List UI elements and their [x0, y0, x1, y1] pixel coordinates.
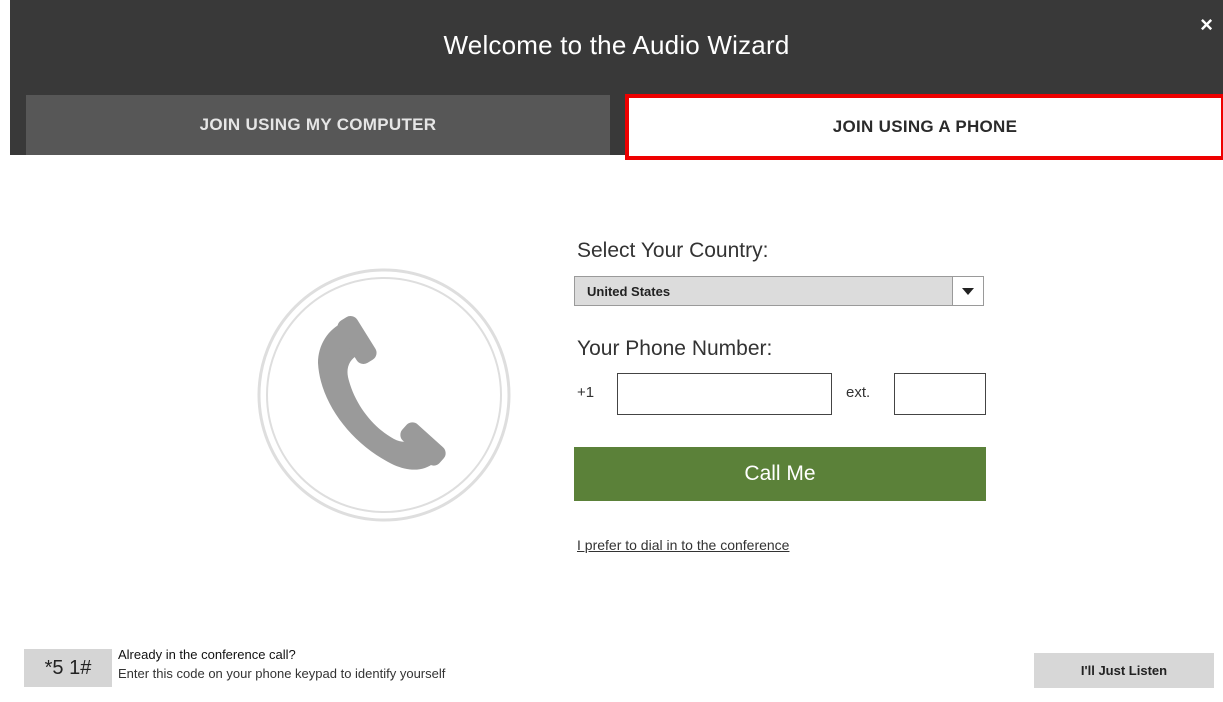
tab-join-phone[interactable]: JOIN USING A PHONE	[625, 94, 1223, 160]
dial-in-link[interactable]: I prefer to dial in to the conference	[577, 537, 789, 553]
country-select[interactable]: United States	[574, 276, 984, 306]
extension-input[interactable]	[894, 373, 986, 415]
phone-number-label: Your Phone Number:	[577, 337, 773, 360]
chevron-down-icon[interactable]	[952, 277, 983, 305]
phone-handset-icon	[257, 268, 511, 522]
already-in-call-text: Already in the conference call?	[118, 647, 296, 662]
extension-label: ext.	[846, 384, 871, 401]
just-listen-button[interactable]: I'll Just Listen	[1034, 653, 1214, 688]
call-me-button[interactable]: Call Me	[574, 447, 986, 501]
identify-code-badge: *5 1#	[24, 649, 112, 687]
dialog-title: Welcome to the Audio Wizard	[443, 30, 790, 60]
country-select-value: United States	[587, 284, 671, 299]
tab-join-computer[interactable]: JOIN USING MY COMPUTER	[26, 95, 610, 155]
close-icon[interactable]: ×	[1200, 14, 1213, 36]
country-code: +1	[577, 384, 595, 401]
country-label: Select Your Country:	[577, 239, 769, 262]
identify-instruction-text: Enter this code on your phone keypad to …	[118, 666, 446, 681]
phone-number-input[interactable]	[617, 373, 832, 415]
